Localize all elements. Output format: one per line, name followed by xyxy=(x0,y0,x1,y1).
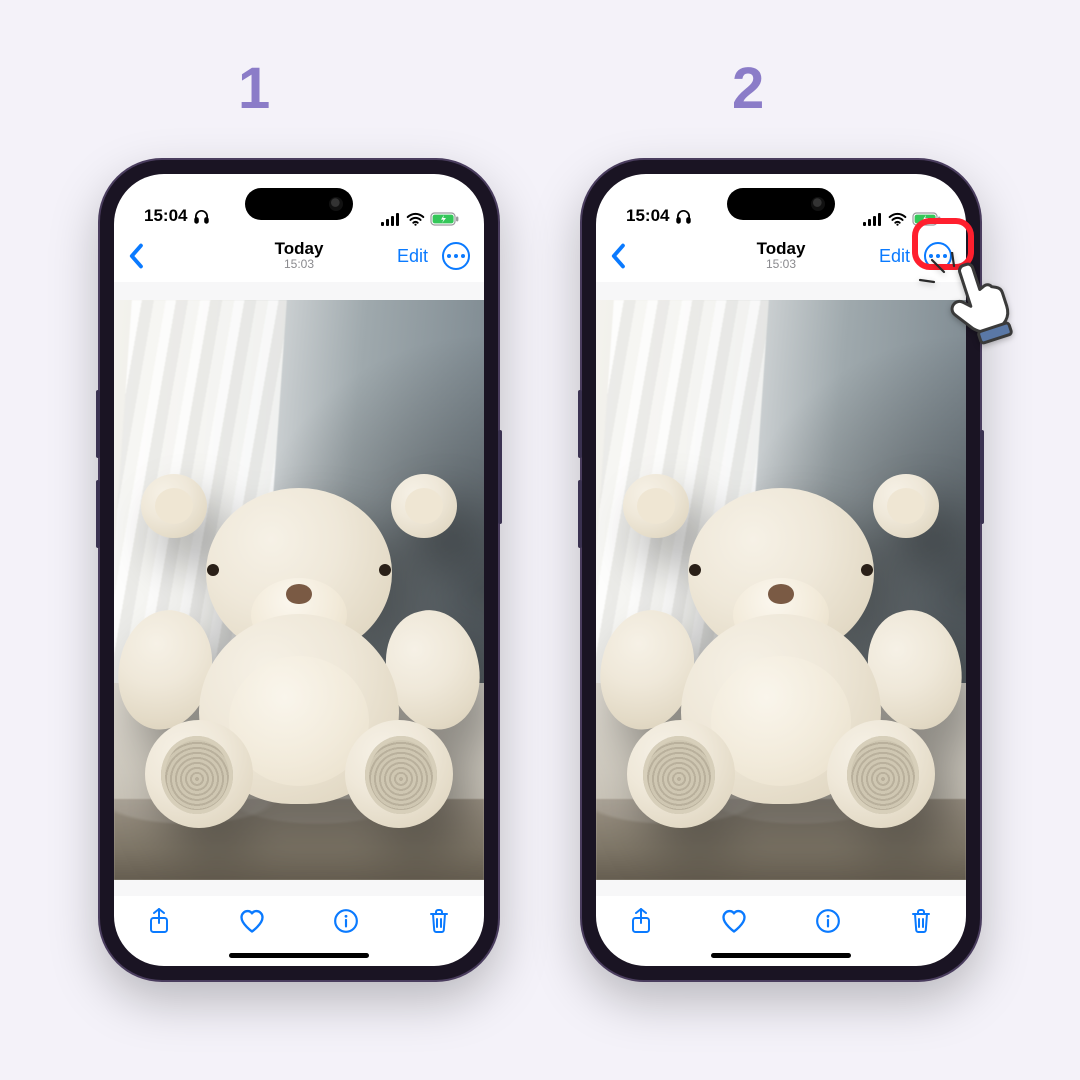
edit-button[interactable]: Edit xyxy=(397,246,428,267)
dynamic-island xyxy=(727,188,835,220)
separator xyxy=(114,880,484,896)
info-button[interactable] xyxy=(331,906,361,936)
battery-charging-icon xyxy=(912,212,942,226)
share-button[interactable] xyxy=(144,906,174,936)
edit-button[interactable]: Edit xyxy=(879,246,910,267)
photo-viewer[interactable] xyxy=(114,300,484,880)
favorite-button[interactable] xyxy=(237,906,267,936)
separator xyxy=(114,282,484,300)
headphones-icon xyxy=(675,208,692,225)
more-options-button[interactable] xyxy=(924,242,952,270)
back-button[interactable] xyxy=(610,243,628,269)
separator xyxy=(596,880,966,896)
dynamic-island xyxy=(245,188,353,220)
step-2-label: 2 xyxy=(732,55,764,122)
home-indicator xyxy=(229,953,369,958)
phone-mock-1: 15:04 xyxy=(100,160,498,980)
separator xyxy=(596,282,966,300)
photo-subject-teddy-bear xyxy=(631,492,931,822)
home-indicator xyxy=(711,953,851,958)
status-time: 15:04 xyxy=(144,206,187,226)
delete-button[interactable] xyxy=(906,906,936,936)
phone-1-screen: 15:04 xyxy=(114,174,484,966)
step-1-label: 1 xyxy=(238,55,270,122)
back-button[interactable] xyxy=(128,243,146,269)
info-button[interactable] xyxy=(813,906,843,936)
favorite-button[interactable] xyxy=(719,906,749,936)
phone-2-screen: 15:04 xyxy=(596,174,966,966)
headphones-icon xyxy=(193,208,210,225)
cellular-signal-icon xyxy=(863,213,883,226)
delete-button[interactable] xyxy=(424,906,454,936)
more-circle-icon xyxy=(447,254,465,258)
battery-charging-icon xyxy=(430,212,460,226)
phones-stage: 15:04 xyxy=(0,160,1080,980)
status-time: 15:04 xyxy=(626,206,669,226)
wifi-icon xyxy=(406,212,425,226)
cellular-signal-icon xyxy=(381,213,401,226)
photo-viewer[interactable] xyxy=(596,300,966,880)
wifi-icon xyxy=(888,212,907,226)
photo-subject-teddy-bear xyxy=(149,492,449,822)
more-options-button[interactable] xyxy=(442,242,470,270)
share-button[interactable] xyxy=(626,906,656,936)
nav-bar: Today 15:03 Edit xyxy=(596,230,966,282)
phone-mock-2: 15:04 xyxy=(582,160,980,980)
more-circle-icon xyxy=(929,254,947,258)
nav-bar: Today 15:03 Edit xyxy=(114,230,484,282)
